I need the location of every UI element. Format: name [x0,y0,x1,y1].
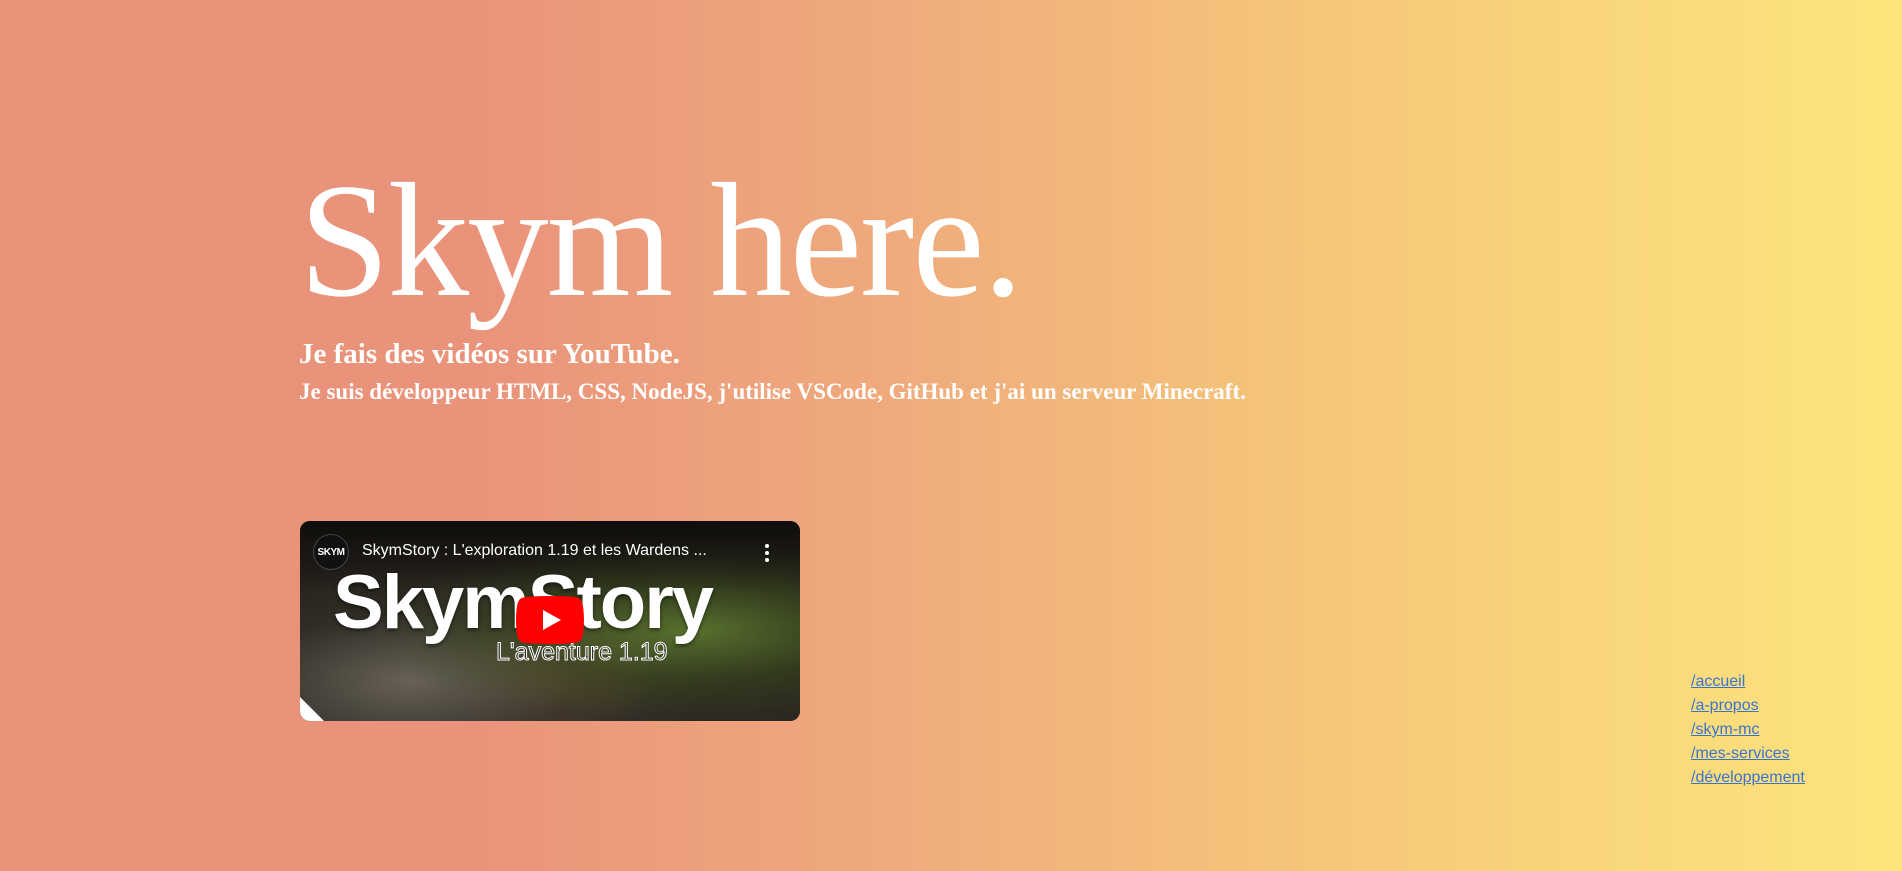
hero-tagline: Je fais des vidéos sur YouTube. [299,338,680,370]
nav-link-mes-services[interactable]: /mes-services [1691,742,1805,766]
youtube-play-icon[interactable] [516,596,584,644]
page-title: Skym here. [299,151,1023,331]
hero: Skym here. Je fais des vidéos sur YouTub… [299,160,1246,404]
channel-avatar[interactable]: SKYM [313,534,349,570]
video-title[interactable]: SkymStory : L'exploration 1.19 et les Wa… [362,542,752,560]
video-corner-decoration [300,697,324,721]
nav-link-developpement[interactable]: /développement [1691,766,1805,790]
more-vertical-icon[interactable] [764,544,770,562]
nav-link-a-propos[interactable]: /a-propos [1691,694,1805,718]
nav-link-skym-mc[interactable]: /skym-mc [1691,718,1805,742]
site-nav: /accueil /a-propos /skym-mc /mes-service… [1691,670,1805,790]
nav-link-accueil[interactable]: /accueil [1691,670,1805,694]
youtube-video-embed[interactable]: SkymStory L'aventure 1.19 SKYM SkymStory… [300,521,800,721]
hero-description: Je suis développeur HTML, CSS, NodeJS, j… [299,378,1246,404]
